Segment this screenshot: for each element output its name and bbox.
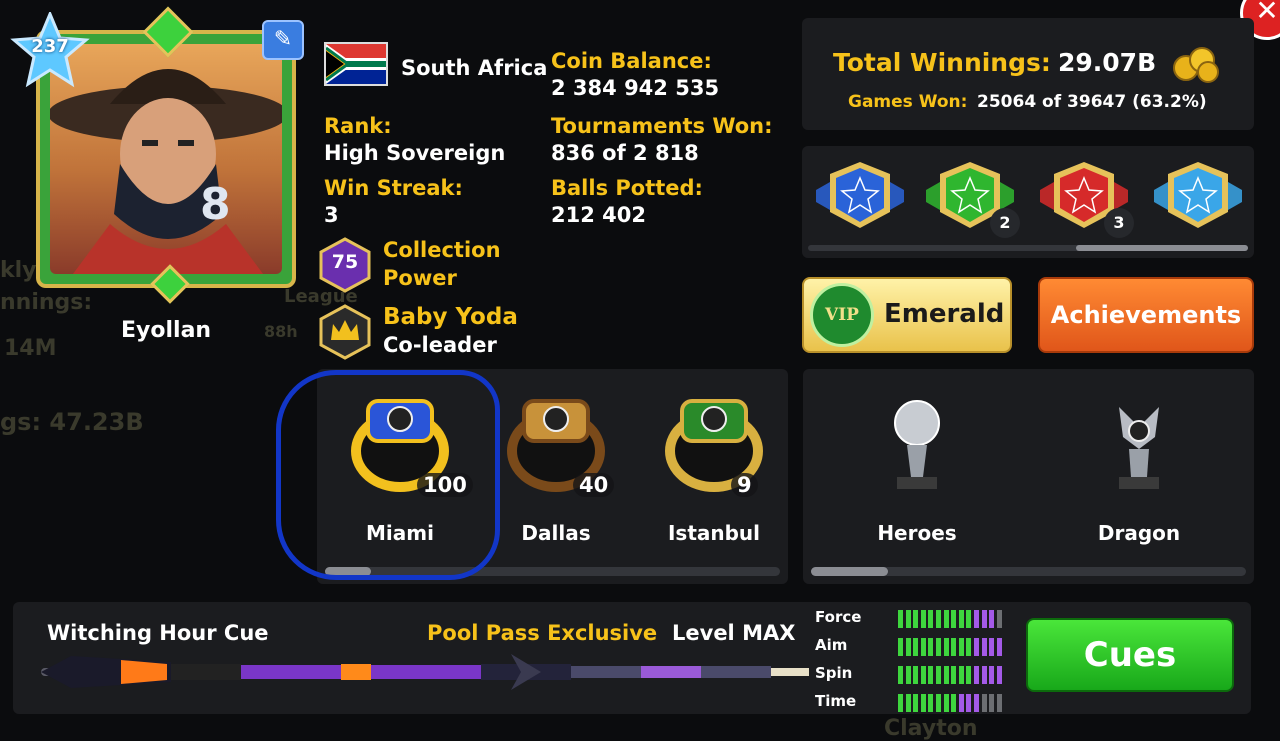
collection-power-label: Power bbox=[383, 266, 457, 290]
games-won-label: Games Won: bbox=[848, 92, 968, 112]
cue-stat-bar-force bbox=[898, 610, 1008, 628]
winnings-panel: Total Winnings: 29.07B Games Won: 25064 … bbox=[802, 18, 1254, 130]
badge-count: 3 bbox=[1104, 208, 1134, 238]
star-badge-icon bbox=[816, 162, 904, 228]
ring-count: 40 bbox=[573, 473, 615, 497]
level-star-icon: 237 bbox=[10, 10, 90, 88]
cue-level: Level MAX bbox=[672, 621, 796, 645]
globe-trophy-icon bbox=[894, 400, 940, 489]
cue-stat-label-aim: Aim bbox=[815, 636, 848, 654]
trophies-panel: Heroes Dragon bbox=[803, 369, 1254, 584]
collection-power-label: Collection bbox=[383, 238, 501, 262]
rings-scrollbar[interactable] bbox=[325, 567, 780, 576]
club-role: Co-leader bbox=[383, 333, 497, 357]
tournaments-won-value: 836 of 2 818 bbox=[551, 141, 699, 165]
level-number: 237 bbox=[31, 36, 69, 57]
cue-stat-bar-aim bbox=[898, 638, 1008, 656]
trophy-item-heroes[interactable]: Heroes bbox=[847, 389, 987, 549]
ring-count: 9 bbox=[731, 473, 758, 497]
win-streak-value: 3 bbox=[324, 203, 339, 227]
badges-panel: 23 bbox=[802, 146, 1254, 258]
username: Eyollan bbox=[121, 318, 212, 343]
vip-emerald-button[interactable]: VIP Emerald bbox=[802, 277, 1012, 353]
vip-label: Emerald bbox=[884, 299, 1005, 329]
coin-balance-label: Coin Balance: bbox=[551, 49, 712, 73]
collection-power-icon: 75 bbox=[319, 237, 371, 293]
cue-stat-bar-spin bbox=[898, 666, 1008, 684]
cue-stat-bar-time bbox=[898, 694, 1008, 712]
rings-panel: 100 Miami 40 Dallas 9 Istanbul bbox=[317, 369, 788, 584]
ring-item-dallas[interactable]: 40 Dallas bbox=[481, 389, 631, 549]
country-name: South Africa bbox=[401, 56, 548, 80]
badge-item[interactable]: 2 bbox=[926, 160, 1020, 238]
rank-value: High Sovereign bbox=[324, 141, 506, 165]
total-winnings-value: 29.07B bbox=[1058, 48, 1157, 77]
club-name[interactable]: Baby Yoda bbox=[383, 304, 518, 330]
svg-text:8: 8 bbox=[200, 179, 231, 230]
badge-item[interactable] bbox=[816, 160, 904, 230]
badge-item[interactable] bbox=[1154, 160, 1242, 230]
ring-item-miami[interactable]: 100 Miami bbox=[325, 389, 475, 549]
tournaments-won-label: Tournaments Won: bbox=[551, 114, 773, 138]
dragon-trophy-icon bbox=[1119, 407, 1159, 489]
trophy-item-dragon[interactable]: Dragon bbox=[1069, 389, 1209, 549]
ring-name: Istanbul bbox=[667, 521, 761, 545]
coins-icon bbox=[1172, 44, 1222, 88]
cues-button[interactable]: Cues bbox=[1026, 618, 1234, 692]
ring-item-istanbul[interactable]: 9 Istanbul bbox=[639, 389, 789, 549]
win-streak-label: Win Streak: bbox=[324, 176, 463, 200]
vip-icon: VIP bbox=[810, 283, 874, 347]
ring-name: Miami bbox=[366, 521, 434, 545]
cue-stat-label-spin: Spin bbox=[815, 664, 853, 682]
club-crown-icon bbox=[319, 304, 371, 360]
cue-stat-label-force: Force bbox=[815, 608, 862, 626]
games-won-value: 25064 of 39647 (63.2%) bbox=[977, 92, 1207, 112]
pencil-icon: ✎ bbox=[273, 27, 293, 52]
flag-icon bbox=[324, 42, 388, 86]
balls-potted-label: Balls Potted: bbox=[551, 176, 703, 200]
ring-name: Dallas bbox=[521, 521, 591, 545]
profile-modal: ✕ 8 237 ✎ Eyollan South Africa Rank: Hig… bbox=[0, 0, 1280, 741]
total-winnings-label: Total Winnings: bbox=[833, 48, 1051, 77]
achievements-button[interactable]: Achievements bbox=[1038, 277, 1254, 353]
pool-pass-label: Pool Pass Exclusive bbox=[427, 621, 658, 645]
badges-scrollbar[interactable] bbox=[808, 245, 1248, 251]
cue-stat-label-time: Time bbox=[815, 692, 857, 710]
rank-label: Rank: bbox=[324, 114, 392, 138]
trophies-scrollbar[interactable] bbox=[811, 567, 1246, 576]
coin-balance-value: 2 384 942 535 bbox=[551, 76, 720, 100]
trophy-name: Heroes bbox=[877, 521, 957, 545]
collection-power-value: 75 bbox=[331, 251, 359, 273]
badge-count: 2 bbox=[990, 208, 1020, 238]
edit-profile-button[interactable]: ✎ bbox=[262, 20, 304, 60]
ring-count: 100 bbox=[417, 473, 473, 497]
trophy-name: Dragon bbox=[1097, 521, 1181, 545]
star-badge-icon bbox=[1154, 162, 1242, 228]
balls-potted-value: 212 402 bbox=[551, 203, 646, 227]
badge-item[interactable]: 3 bbox=[1040, 160, 1134, 238]
cue-image bbox=[41, 650, 809, 698]
cue-name: Witching Hour Cue bbox=[47, 621, 269, 645]
